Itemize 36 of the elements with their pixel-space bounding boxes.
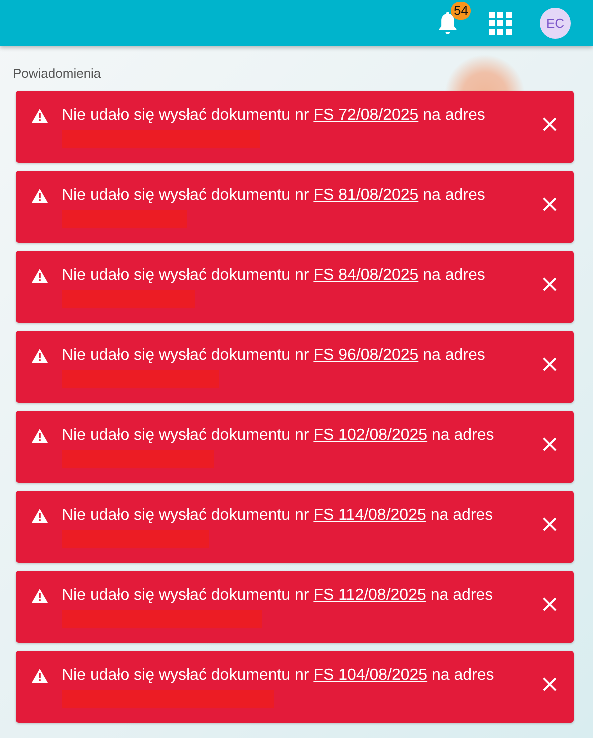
document-link[interactable]: FS 112/08/2025 [314, 587, 426, 604]
panel-title: Powiadomienia [12, 65, 102, 83]
notification-message: Nie udało się wysłać dokumentu nr FS 114/08/2025 na adres [62, 506, 494, 526]
notification-message: Nie udało się wysłać dokumentu nr FS 96/08/2025 na adres [62, 346, 486, 366]
close-button[interactable]: × [540, 672, 560, 696]
notification-count: 54 [451, 2, 472, 20]
document-link[interactable]: FS 114/08/2025 [314, 507, 426, 524]
notification-message: Nie udało się wysłać dokumentu nr FS 102/08/2025 na adres [62, 426, 496, 446]
close-button[interactable]: × [540, 112, 560, 136]
notification-message: Nie udało się wysłać dokumentu nr FS 112/08/2025 na adres [62, 586, 494, 606]
document-link[interactable]: FS 81/08/2025 [314, 187, 419, 204]
close-button[interactable]: × [540, 592, 560, 616]
apps-grid-icon[interactable] [489, 12, 512, 34]
close-button[interactable]: × [540, 512, 560, 536]
warning-icon [32, 429, 48, 443]
warning-icon [32, 669, 48, 683]
notification-message: Nie udało się wysłać dokumentu nr FS 84/08/2025 na adres [62, 266, 486, 286]
warning-icon [32, 349, 48, 363]
user-avatar[interactable]: EC [540, 8, 571, 38]
document-link[interactable]: FS 84/08/2025 [314, 267, 419, 284]
close-button[interactable]: × [540, 432, 560, 456]
warning-icon [32, 269, 48, 283]
warning-icon [32, 509, 48, 523]
document-link[interactable]: FS 104/08/2025 [314, 667, 428, 684]
document-link[interactable]: FS 72/08/2025 [314, 107, 419, 124]
warning-icon [32, 109, 48, 123]
warning-icon [32, 189, 48, 203]
close-button[interactable]: × [540, 192, 560, 216]
close-button[interactable]: × [540, 272, 560, 296]
notification-message: Nie udało się wysłać dokumentu nr FS 81/08/2025 na adres [62, 186, 486, 206]
document-link[interactable]: FS 102/08/2025 [314, 427, 428, 444]
notification-message: Nie udało się wysłać dokumentu nr FS 72/08/2025 na adres [62, 106, 486, 126]
document-link[interactable]: FS 96/08/2025 [314, 347, 419, 364]
close-button[interactable]: × [540, 352, 560, 376]
notification-message: Nie udało się wysłać dokumentu nr FS 104/08/2025 na adres [62, 666, 496, 686]
warning-icon [32, 589, 48, 603]
